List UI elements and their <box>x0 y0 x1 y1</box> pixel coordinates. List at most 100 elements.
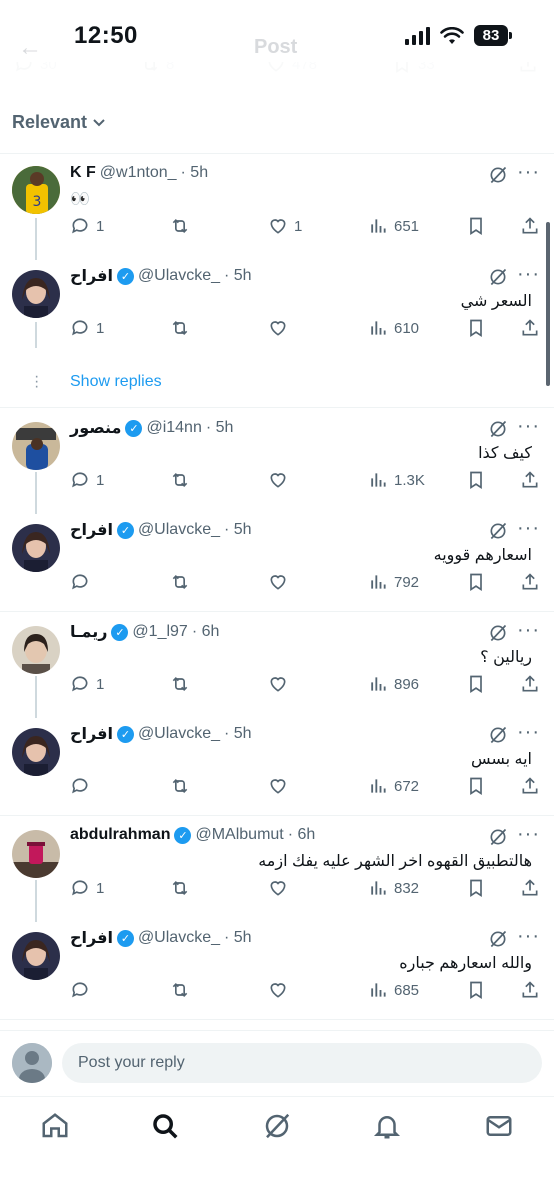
bookmark-button[interactable] <box>466 572 486 592</box>
avatar[interactable]: 3 <box>12 166 60 214</box>
handle[interactable]: @i14nn <box>146 419 201 437</box>
handle[interactable]: @MAlbumut <box>195 826 283 844</box>
display-name[interactable]: ريمـا <box>70 622 107 642</box>
like-button[interactable] <box>268 776 294 796</box>
reply-tweet[interactable]: 3 K F @w1nton_ · 5h ··· 👀 1 1 651 <box>0 154 554 256</box>
grok-icon[interactable] <box>488 623 508 643</box>
grok-icon[interactable] <box>488 929 508 949</box>
avatar[interactable] <box>12 830 60 878</box>
reply-button[interactable] <box>70 572 96 592</box>
bookmark-button[interactable] <box>466 216 486 236</box>
like-button[interactable] <box>268 980 294 1000</box>
more-options-icon[interactable]: ··· <box>517 824 540 844</box>
share-button[interactable] <box>520 318 540 338</box>
grok-icon[interactable] <box>488 267 508 287</box>
views-button[interactable]: 832 <box>368 878 419 898</box>
like-button[interactable] <box>268 878 294 898</box>
bookmark-button[interactable] <box>466 980 486 1000</box>
user-avatar[interactable] <box>12 1043 52 1083</box>
back-arrow-icon[interactable]: ← <box>18 34 42 62</box>
reply-button[interactable]: 1 <box>70 318 104 338</box>
reply-button[interactable] <box>70 776 96 796</box>
handle[interactable]: @Ulavcke_ <box>138 725 220 743</box>
share-button[interactable] <box>520 674 540 694</box>
share-button[interactable] <box>520 216 540 236</box>
views-button[interactable]: 651 <box>368 216 419 236</box>
views-button[interactable]: 685 <box>368 980 419 1000</box>
views-button[interactable]: 672 <box>368 776 419 796</box>
views-button[interactable]: 1.3K <box>368 470 425 490</box>
nav-messages[interactable] <box>484 1111 514 1141</box>
reply-button[interactable]: 1 <box>70 470 104 490</box>
scrollbar[interactable] <box>546 222 550 386</box>
repost-button[interactable] <box>170 470 196 490</box>
handle[interactable]: @Ulavcke_ <box>138 267 220 285</box>
reply-tweet[interactable]: افراح ✓ @Ulavcke_ · 5h ··· السعر شي 1 61… <box>0 256 554 358</box>
reply-button[interactable] <box>70 980 96 1000</box>
grok-icon[interactable] <box>488 419 508 439</box>
repost-button[interactable] <box>170 776 196 796</box>
bookmark-button[interactable] <box>466 318 486 338</box>
nav-search[interactable] <box>150 1111 180 1141</box>
display-name[interactable]: افراح <box>70 928 113 948</box>
views-button[interactable]: 792 <box>368 572 419 592</box>
like-button[interactable] <box>268 470 294 490</box>
repost-button[interactable] <box>170 674 196 694</box>
repost-button[interactable] <box>170 318 196 338</box>
grok-icon[interactable] <box>488 725 508 745</box>
bookmark-button[interactable] <box>466 878 486 898</box>
handle[interactable]: @1_l97 <box>132 623 187 641</box>
more-options-icon[interactable]: ··· <box>517 162 540 182</box>
share-button[interactable] <box>520 878 540 898</box>
reply-tweet[interactable]: ريمـا ✓ @1_l97 · 6h ··· ريالين ؟ 1 896 <box>0 612 554 714</box>
nav-notifications[interactable] <box>372 1111 402 1141</box>
more-options-icon[interactable]: ··· <box>517 518 540 538</box>
views-button[interactable]: 610 <box>368 318 419 338</box>
share-button[interactable] <box>520 572 540 592</box>
share-button[interactable] <box>520 470 540 490</box>
reply-tweet[interactable]: افراح ✓ @Ulavcke_ · 5h ··· اسعارهم قوويه… <box>0 510 554 612</box>
handle[interactable]: @Ulavcke_ <box>138 929 220 947</box>
display-name[interactable]: افراح <box>70 520 113 540</box>
avatar[interactable] <box>12 270 60 318</box>
grok-icon[interactable] <box>488 521 508 541</box>
more-options-icon[interactable]: ··· <box>517 926 540 946</box>
display-name[interactable]: K F <box>70 164 96 182</box>
reply-button[interactable]: 1 <box>70 216 104 236</box>
bookmark-button[interactable] <box>466 674 486 694</box>
more-options-icon[interactable]: ··· <box>517 722 540 742</box>
display-name[interactable]: افراح <box>70 724 113 744</box>
display-name[interactable]: abdulrahman <box>70 826 170 844</box>
share-button[interactable] <box>520 980 540 1000</box>
reply-input[interactable]: Post your reply <box>62 1043 542 1083</box>
reply-tweet[interactable]: افراح ✓ @Ulavcke_ · 5h ··· والله اسعارهم… <box>0 918 554 1020</box>
like-button[interactable] <box>268 572 294 592</box>
display-name[interactable]: منصور <box>70 418 121 438</box>
reply-tweet[interactable]: منصور ✓ @i14nn · 5h ··· كيف كذا 1 1.3K <box>0 408 554 510</box>
show-replies-link[interactable]: Show replies <box>70 373 162 391</box>
avatar[interactable] <box>12 524 60 572</box>
avatar[interactable] <box>12 728 60 776</box>
reply-tweet[interactable]: abdulrahman ✓ @MAlbumut · 6h ··· هالتطبي… <box>0 816 554 918</box>
avatar[interactable] <box>12 932 60 980</box>
display-name[interactable]: افراح <box>70 266 113 286</box>
repost-button[interactable] <box>170 216 196 236</box>
bookmark-button[interactable] <box>466 470 486 490</box>
grok-icon[interactable] <box>488 827 508 847</box>
more-options-icon[interactable]: ··· <box>517 620 540 640</box>
more-options-icon[interactable]: ··· <box>517 416 540 436</box>
handle[interactable]: @w1nton_ <box>100 164 177 182</box>
handle[interactable]: @Ulavcke_ <box>138 521 220 539</box>
reply-tweet[interactable]: افراح ✓ @Ulavcke_ · 5h ··· ايه بسس 672 <box>0 714 554 816</box>
reply-button[interactable]: 1 <box>70 878 104 898</box>
repost-button[interactable] <box>170 572 196 592</box>
grok-icon[interactable] <box>488 165 508 185</box>
bookmark-button[interactable] <box>466 776 486 796</box>
nav-home[interactable] <box>40 1111 70 1141</box>
nav-grok[interactable] <box>262 1111 292 1141</box>
views-button[interactable]: 896 <box>368 674 419 694</box>
like-button[interactable] <box>268 674 294 694</box>
repost-button[interactable] <box>170 980 196 1000</box>
reply-button[interactable]: 1 <box>70 674 104 694</box>
like-button[interactable]: 1 <box>268 216 302 236</box>
